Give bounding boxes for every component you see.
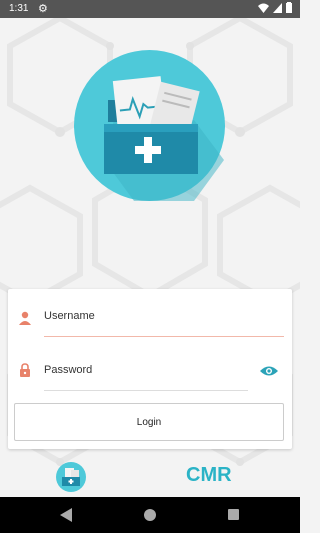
battery-icon (286, 2, 292, 13)
eye-icon[interactable] (260, 365, 278, 377)
password-field[interactable]: Password (8, 351, 292, 391)
password-underline (44, 390, 248, 391)
recents-icon[interactable] (228, 509, 239, 520)
status-bar: 1:31 ⚙ (0, 0, 300, 18)
status-time: 1:31 (9, 3, 29, 14)
username-field[interactable]: Username (8, 297, 292, 337)
person-icon (19, 311, 31, 325)
password-input[interactable]: Password (44, 364, 92, 376)
status-icons (258, 2, 292, 13)
login-card: Username Password Login (8, 289, 292, 449)
gear-icon: ⚙ (38, 3, 48, 15)
lock-icon (20, 363, 30, 377)
home-icon[interactable] (144, 509, 156, 521)
username-input[interactable]: Username (44, 310, 95, 322)
login-button[interactable]: Login (14, 403, 284, 441)
wifi-icon (258, 3, 269, 13)
footer-logo (56, 462, 86, 492)
app-logo (74, 50, 225, 201)
signal-icon (273, 2, 282, 13)
brand-name: CMR (186, 464, 232, 486)
navigation-bar (0, 497, 300, 533)
username-underline (44, 336, 284, 337)
back-icon[interactable] (60, 508, 72, 522)
